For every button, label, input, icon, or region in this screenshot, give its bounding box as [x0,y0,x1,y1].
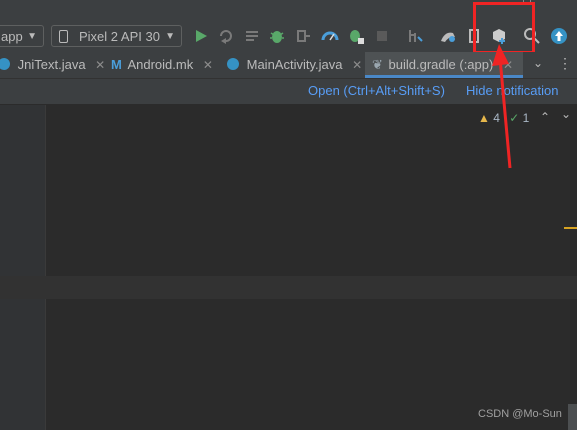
close-icon[interactable]: ✕ [203,58,213,72]
chevron-down-icon[interactable]: ⌄ [533,56,543,70]
device-icon [59,30,68,43]
scrollbar-thumb[interactable] [568,404,577,430]
warning-icon: ▲ [478,111,490,125]
close-icon[interactable]: ✕ [352,58,362,72]
tab-label: Android.mk [127,57,194,72]
stop-icon[interactable] [373,27,391,45]
run-icon[interactable] [192,27,210,45]
profile-icon[interactable] [243,27,261,45]
tab-jnitext[interactable]: JniText.java ✕ [0,52,105,78]
tab-android-mk[interactable]: M Android.mk ✕ [111,52,213,78]
tab-mainactivity[interactable]: MainActivity.java ✕ [227,52,362,78]
annotation-arrow [492,44,512,169]
module-selector[interactable]: app ▼ [0,25,44,47]
sync-gradle-icon[interactable] [406,27,424,45]
java-class-icon [227,58,239,70]
caret-line-highlight [0,276,577,299]
scrollbar-warning-marker[interactable] [564,227,577,229]
avd-manager-icon[interactable] [439,27,457,45]
apply-changes-icon[interactable] [217,27,235,45]
profiler-icon[interactable] [321,27,339,45]
debug-icon[interactable] [268,27,286,45]
chevron-down-icon: ▼ [165,31,175,42]
java-class-icon [0,58,10,70]
update-icon[interactable] [550,27,568,45]
more-icon[interactable]: ⋮ [558,55,572,72]
tab-label: build.gradle (:app) [388,57,494,72]
editor-gutter [0,105,46,430]
weak-warning-count: 1 [522,111,530,125]
next-highlight-icon[interactable]: ⌄ [561,107,571,121]
coverage-icon[interactable] [347,27,365,45]
attach-debugger-icon[interactable] [294,27,312,45]
open-project-structure-link[interactable]: Open (Ctrl+Alt+Shift+S) [308,83,445,98]
makefile-icon: M [111,57,122,72]
watermark: CSDN @Mo-Sun [478,408,562,420]
previous-highlight-icon[interactable]: ⌃ [540,110,550,124]
device-selector[interactable]: Pixel 2 API 30 ▼ [51,25,182,47]
chevron-down-icon: ▼ [27,31,37,42]
tab-label: JniText.java [17,57,86,72]
module-label: app [1,29,23,44]
tab-label: MainActivity.java [246,57,343,72]
close-icon[interactable]: ✕ [95,58,105,72]
gradle-icon: ❦ [372,57,383,72]
device-label: Pixel 2 API 30 [79,29,160,44]
